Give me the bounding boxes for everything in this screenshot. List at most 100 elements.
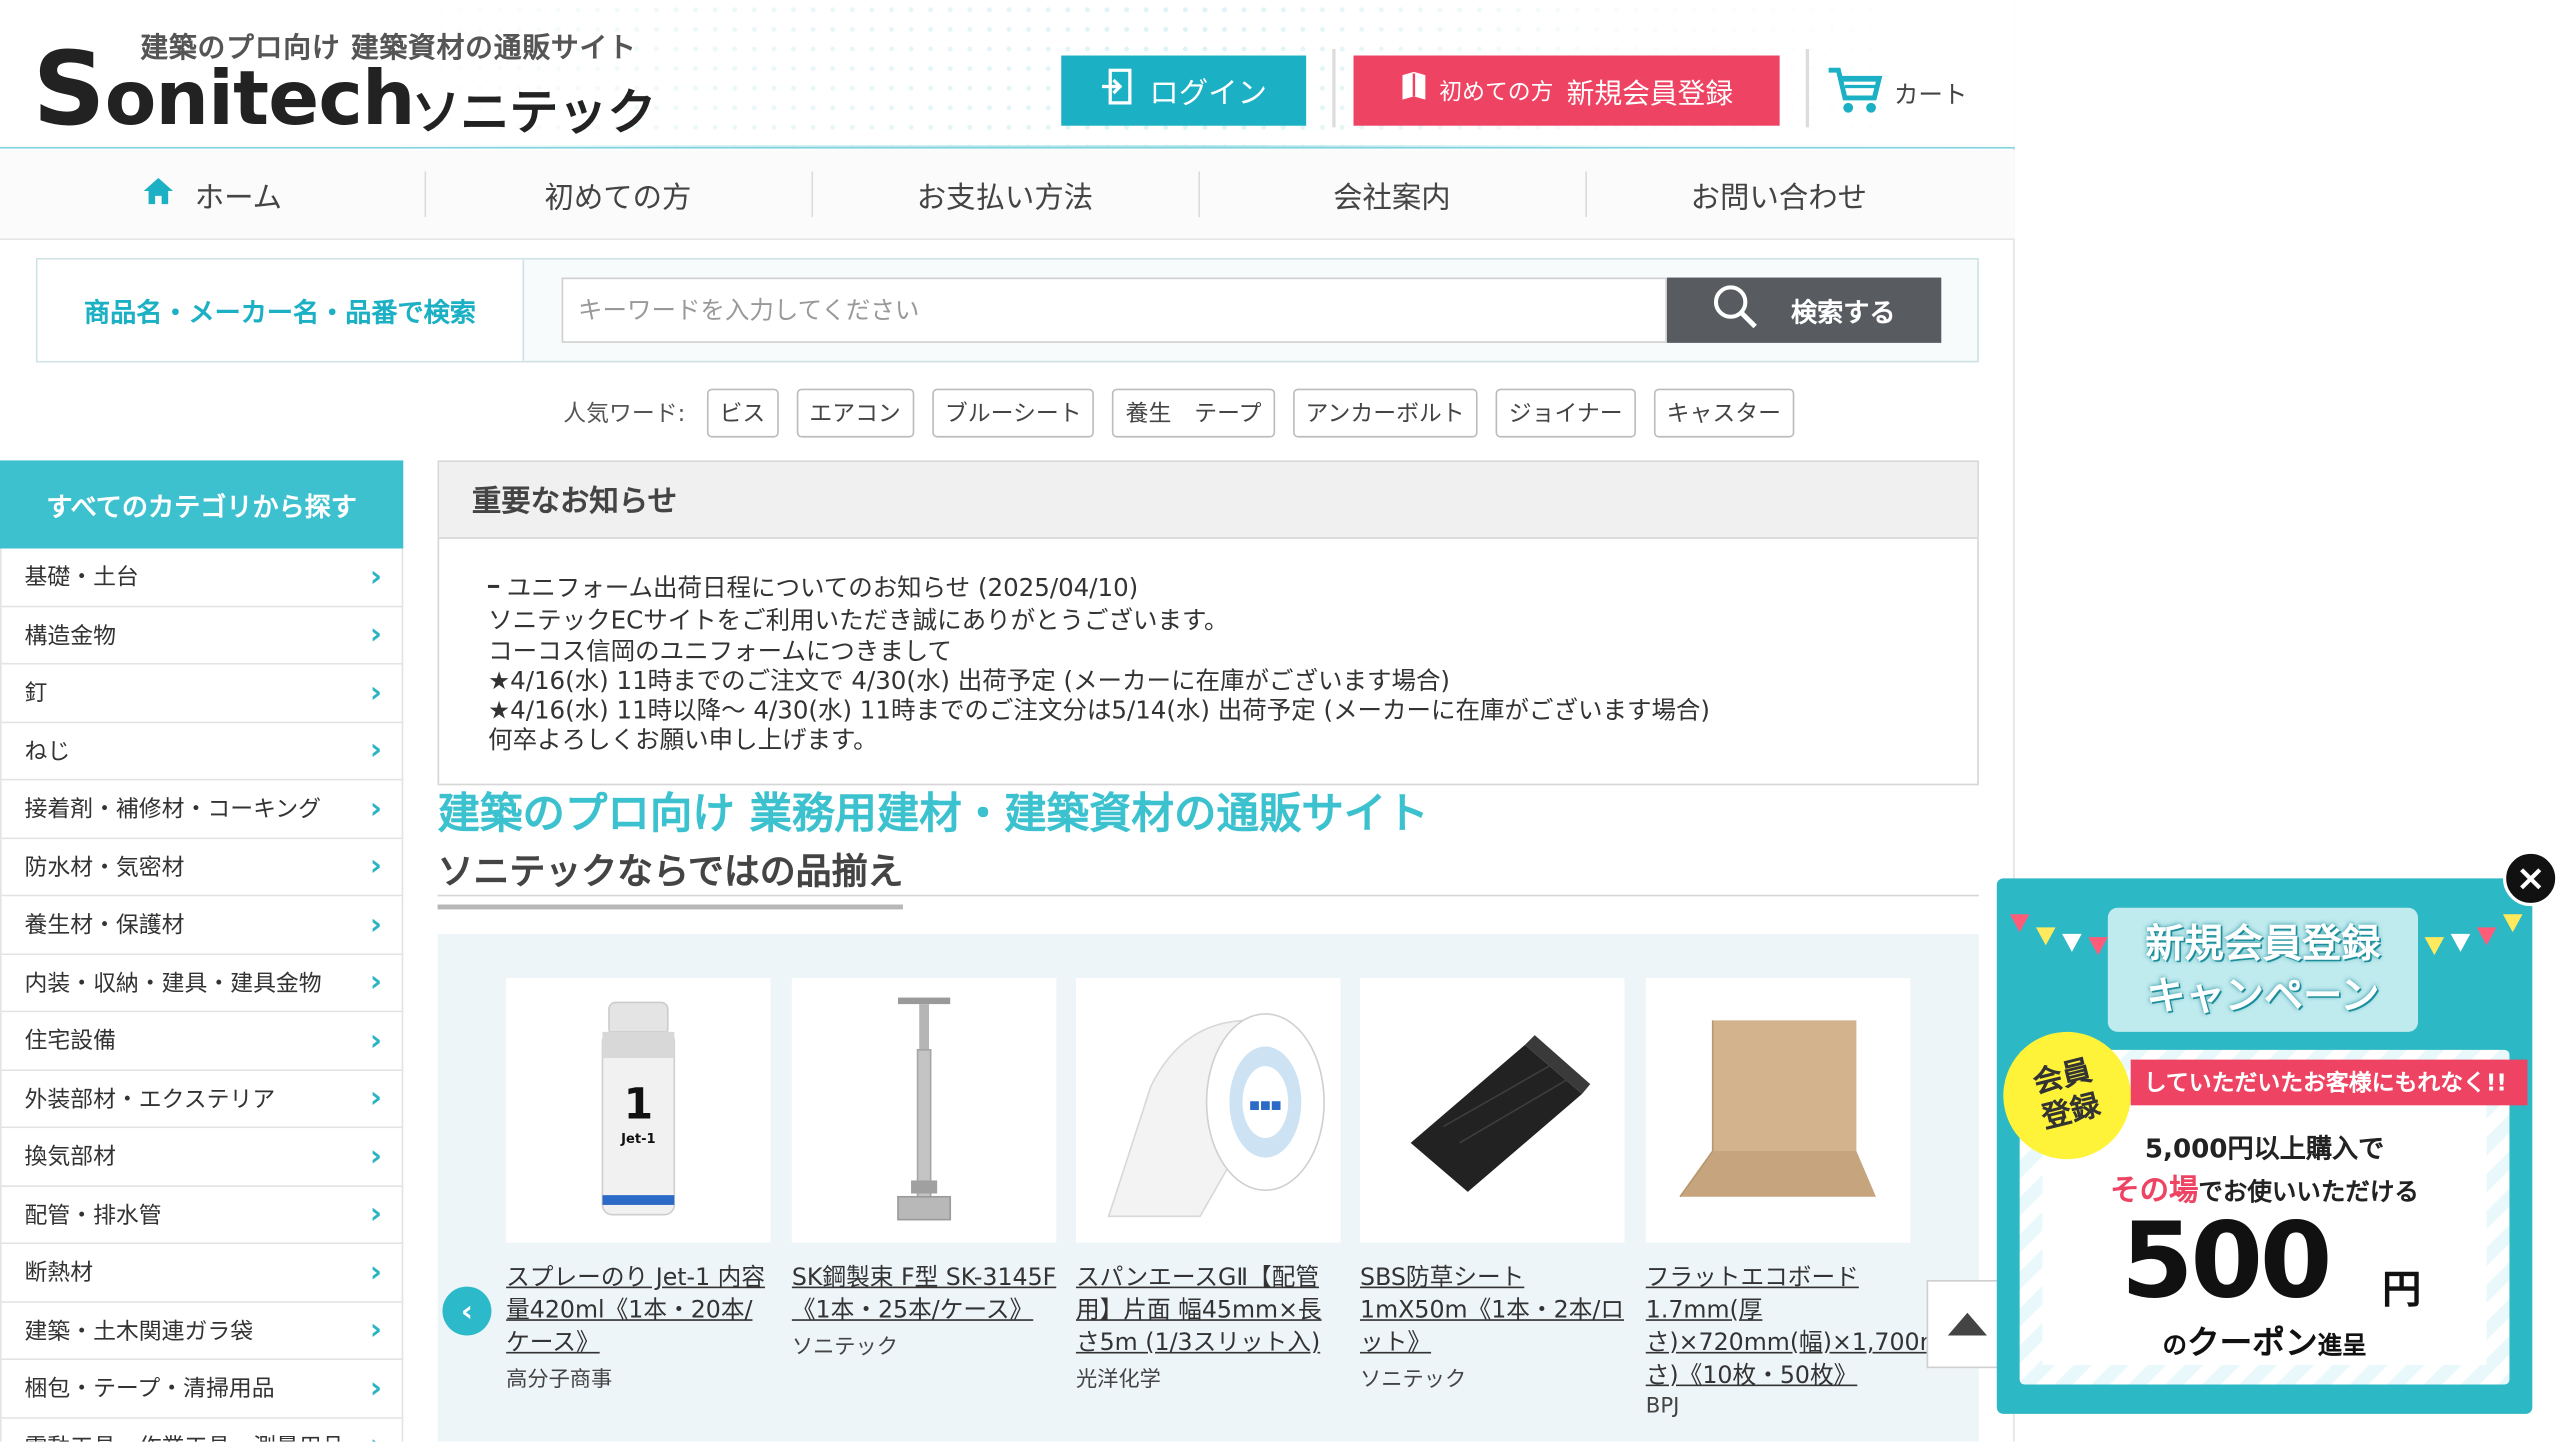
product-card[interactable]: SBS防草シート 1mX50m《1本・2本/ロット》 ソニテック [1360,977,1625,1393]
site-container: 建築のプロ向け 建築資材の通販サイト Sonitech ソニテック ログイン 初… [0,0,2015,1442]
main-nav: ホーム 初めての方 お支払い方法 会社案内 お問い合わせ [0,150,2015,241]
category-label: 養生材・保護材 [24,913,185,940]
category-item[interactable]: 養生材・保護材 › [0,896,404,955]
category-label: 換気部材 [24,1144,116,1172]
product-maker: ソニテック [791,1335,899,1361]
category-item[interactable]: 基礎・土台 › [0,548,404,607]
banner-coupon: のクーポン進呈 [1997,1316,2533,1363]
notice-line: ★4/16(水) 11時までのご注文で 4/30(水) 出荷予定 (メーカーに在… [488,665,1450,696]
product-image-board[interactable] [1645,977,1911,1243]
product-image-tape[interactable]: ■■■ [1075,977,1341,1243]
popular-tag[interactable]: キャスター [1653,388,1795,438]
category-item[interactable]: 構造金物 › [0,606,404,665]
chevron-right-icon: › [369,849,383,884]
category-item[interactable]: 断熱材 › [0,1244,404,1303]
chevron-right-icon: › [369,1197,383,1232]
category-item[interactable]: 釘 › [0,664,404,723]
category-label: 内装・収納・建具・建具金物 [24,971,322,998]
category-label: 外装部材・エクステリア [24,1086,276,1114]
category-item[interactable]: 内装・収納・建具・建具金物 › [0,954,404,1013]
notice-body: ━ ユニフォーム出荷日程についてのお知らせ (2025/04/10) ソニテック… [439,539,1977,756]
banner-coupon-part: の [2162,1330,2188,1361]
chevron-right-icon: › [369,791,383,826]
product-card[interactable]: ■■■ スパンエースGⅡ【配管用】片面 幅45mm×長さ5m (1/3スリット入… [1075,977,1341,1393]
chevron-right-icon: › [369,1081,383,1116]
banner-ribbon: していただいたお客様にもれなく!! [2130,1059,2528,1106]
nav-payment[interactable]: お支払い方法 [811,150,1198,240]
banner-title: 新規会員登録 キャンペーン [2107,907,2419,1032]
product-name[interactable]: スパンエースGⅡ【配管用】片面 幅45mm×長さ5m (1/3スリット入) [1076,1262,1340,1360]
sub-heading: ソニテックならではの品揃え [437,842,904,910]
popular-tag[interactable]: ビス [706,388,779,438]
notice-line: ★4/16(水) 11時以降～ 4/30(水) 11時までのご注文分は5/14(… [488,695,1710,726]
category-item[interactable]: 外装部材・エクステリア › [0,1070,404,1129]
login-button[interactable]: ログイン [1061,55,1307,126]
category-item[interactable]: 防水材・気密材 › [0,838,404,897]
chevron-right-icon: › [369,1139,383,1174]
category-item[interactable]: 建築・土木関連ガラ袋 › [0,1302,404,1361]
register-button[interactable]: 初めての方 新規会員登録 [1353,55,1780,126]
home-icon [142,176,175,214]
chevron-left-icon: ‹ [460,1293,473,1329]
product-card[interactable]: フラットエコボード 1.7mm(厚さ)×720mm(幅)×1,700mm(長さ)… [1645,977,1999,1419]
category-item[interactable]: 電動工具・作業工具・測量用品 › [0,1417,404,1442]
category-item[interactable]: 換気部材 › [0,1128,404,1187]
product-name[interactable]: スプレーのり Jet-1 内容量420ml《1本・20本/ケース》 [506,1262,770,1360]
logo-kana: ソニテック [411,84,657,143]
category-label: 釘 [24,681,48,708]
logo[interactable]: Sonitech [33,29,416,148]
popular-tag[interactable]: アンカーボルト [1292,388,1478,438]
nav-contact[interactable]: お問い合わせ [1585,150,1972,240]
popular-label: 人気ワード: [563,401,686,428]
search-button[interactable]: 検索する [1666,277,1942,343]
nav-home[interactable]: ホーム [0,150,425,240]
category-item[interactable]: 梱包・テープ・清掃用品 › [0,1360,404,1418]
product-card[interactable]: SK鋼製束 F型 SK-3145F《1本・25本/ケース》 ソニテック [791,977,1057,1361]
register-label: 新規会員登録 [1566,78,1734,112]
campaign-banner[interactable]: 新規会員登録 キャンペーン していただいたお客様にもれなく!! 会員 登録 5,… [1996,878,2533,1414]
notice-line: コーコス信岡のユニフォームにつきまして [488,636,953,666]
login-icon [1100,68,1133,113]
scroll-top-button[interactable] [1926,1280,2005,1369]
notice-line: ソニテックECサイトをご利用いただき誠にありがとうございます。 [488,606,1229,636]
category-item[interactable]: 接着剤・補修材・コーキング › [0,780,404,839]
notice-line: 何卒よろしくお願い申し上げます。 [488,725,878,756]
product-maker: 光洋化学 [1075,1368,1161,1393]
popular-tag[interactable]: ブルーシート [931,388,1095,438]
chevron-right-icon: › [369,965,383,1000]
product-card[interactable]: 1 Jet-1 スプレーのり Jet-1 内容量420ml《1本・20本/ケース… [506,977,771,1393]
notice-line-text: ユニフォーム出荷日程についてのお知らせ (2025/04/10) [506,573,1139,603]
category-item[interactable]: ねじ › [0,722,404,781]
category-item[interactable]: 配管・排水管 › [0,1186,404,1245]
category-heading: すべてのカテゴリから探す [0,460,404,549]
main-heading: 建築のプロ向け 業務用建材・建築資材の通販サイト [437,790,1429,840]
popular-tag[interactable]: エアコン [796,388,914,438]
notice-line[interactable]: ━ ユニフォーム出荷日程についてのお知らせ (2025/04/10) [488,573,1977,606]
close-icon[interactable]: × [2502,850,2559,907]
carousel-prev-button[interactable]: ‹ [442,1286,492,1336]
popular-tag[interactable]: ジョイナー [1495,388,1636,438]
product-carousel: 1 Jet-1 スプレーのり Jet-1 内容量420ml《1本・20本/ケース… [437,933,1999,1442]
product-name[interactable]: SK鋼製束 F型 SK-3145F《1本・25本/ケース》 [792,1262,1056,1327]
category-label: 基礎・土台 [24,565,139,592]
category-label: 断熱材 [24,1260,94,1287]
product-name[interactable]: フラットエコボード 1.7mm(厚さ)×720mm(幅)×1,700mm(長さ)… [1646,1262,1999,1393]
search-button-label: 検索する [1791,297,1896,329]
product-name[interactable]: SBS防草シート 1mX50m《1本・2本/ロット》 [1360,1262,1624,1360]
banner-coupon-part: クーポン [2187,1322,2318,1362]
category-label: 梱包・テープ・清掃用品 [24,1376,275,1403]
nav-first-time[interactable]: 初めての方 [424,150,812,240]
notice-panel: 重要なお知らせ ━ ユニフォーム出荷日程についてのお知らせ (2025/04/1… [437,460,1979,786]
search-input[interactable] [561,277,1667,343]
product-image-sheet[interactable] [1360,977,1625,1243]
popular-tag[interactable]: 養生 テープ [1112,388,1275,438]
chevron-right-icon: › [369,1313,383,1348]
category-item[interactable]: 住宅設備 › [0,1012,404,1071]
nav-company[interactable]: 会社案内 [1198,150,1585,240]
category-label: 建築・土木関連ガラ袋 [24,1318,254,1345]
product-image-spray[interactable]: 1 Jet-1 [506,977,771,1243]
chevron-right-icon: › [369,907,383,942]
chevron-right-icon: › [369,617,383,652]
product-image-post[interactable] [791,977,1057,1243]
cart-link[interactable]: カート [1825,65,1967,121]
